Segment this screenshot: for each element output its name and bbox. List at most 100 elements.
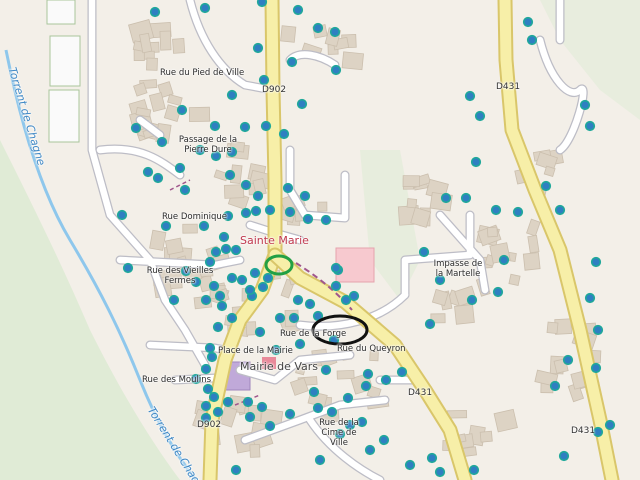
map-marker[interactable] <box>200 294 212 306</box>
map-marker[interactable] <box>257 281 269 293</box>
map-marker[interactable] <box>424 318 436 330</box>
map-marker[interactable] <box>208 391 220 403</box>
map-marker[interactable] <box>122 262 134 274</box>
map-marker[interactable] <box>320 214 332 226</box>
map-marker[interactable] <box>490 204 502 216</box>
map-marker[interactable] <box>326 406 338 418</box>
map-marker[interactable] <box>252 42 264 54</box>
map-marker[interactable] <box>329 26 341 38</box>
map-marker[interactable] <box>466 294 478 306</box>
map-marker[interactable] <box>179 184 191 196</box>
map-marker[interactable] <box>214 290 226 302</box>
map-marker[interactable] <box>554 204 566 216</box>
map-marker[interactable] <box>284 408 296 420</box>
map-marker[interactable] <box>216 300 228 312</box>
map-marker[interactable] <box>549 380 561 392</box>
map-marker[interactable] <box>512 206 524 218</box>
map-marker[interactable] <box>526 34 538 46</box>
map-marker[interactable] <box>226 89 238 101</box>
map-marker[interactable] <box>210 246 222 258</box>
map-marker[interactable] <box>174 162 186 174</box>
map-marker[interactable] <box>296 98 308 110</box>
map-marker[interactable] <box>426 452 438 464</box>
map-marker[interactable] <box>260 120 272 132</box>
map-marker[interactable] <box>330 64 342 76</box>
map-marker[interactable] <box>320 364 332 376</box>
map-marker[interactable] <box>330 262 342 274</box>
map-marker[interactable] <box>199 2 211 14</box>
map-marker[interactable] <box>498 254 510 266</box>
map-marker[interactable] <box>308 386 320 398</box>
map-marker[interactable] <box>202 383 214 395</box>
map-marker[interactable] <box>396 366 408 378</box>
map-marker[interactable] <box>584 120 596 132</box>
map-marker[interactable] <box>256 0 268 8</box>
map-marker[interactable] <box>302 213 314 225</box>
map-marker[interactable] <box>160 220 172 232</box>
map-marker[interactable] <box>239 121 251 133</box>
map-marker[interactable] <box>592 324 604 336</box>
map-marker[interactable] <box>244 284 256 296</box>
map-marker[interactable] <box>240 179 252 191</box>
map-marker[interactable] <box>206 351 218 363</box>
map-view[interactable]: Rue du Pied de Ville Passage de la Pierr… <box>0 0 640 480</box>
map-marker[interactable] <box>440 192 452 204</box>
map-marker[interactable] <box>284 206 296 218</box>
map-marker[interactable] <box>209 120 221 132</box>
map-marker[interactable] <box>278 128 290 140</box>
map-marker[interactable] <box>222 396 234 408</box>
map-marker[interactable] <box>242 396 254 408</box>
map-marker[interactable] <box>540 180 552 192</box>
map-marker[interactable] <box>434 466 446 478</box>
map-marker[interactable] <box>380 374 392 386</box>
map-marker[interactable] <box>264 204 276 216</box>
map-marker[interactable] <box>304 298 316 310</box>
map-marker[interactable] <box>584 292 596 304</box>
map-marker[interactable] <box>474 110 486 122</box>
map-marker[interactable] <box>590 362 602 374</box>
map-marker[interactable] <box>460 192 472 204</box>
map-marker[interactable] <box>292 4 304 16</box>
map-marker[interactable] <box>274 312 286 324</box>
map-marker[interactable] <box>240 207 252 219</box>
map-marker[interactable] <box>262 272 274 284</box>
map-marker[interactable] <box>218 231 230 243</box>
map-marker[interactable] <box>256 401 268 413</box>
map-marker[interactable] <box>226 272 238 284</box>
map-marker[interactable] <box>348 290 360 302</box>
map-marker[interactable] <box>360 380 372 392</box>
map-marker[interactable] <box>288 312 300 324</box>
map-marker[interactable] <box>590 256 602 268</box>
map-marker[interactable] <box>264 420 276 432</box>
map-marker[interactable] <box>230 244 242 256</box>
map-marker[interactable] <box>364 444 376 456</box>
map-marker[interactable] <box>468 464 480 476</box>
map-marker[interactable] <box>204 256 216 268</box>
map-marker[interactable] <box>116 209 128 221</box>
map-marker[interactable] <box>230 464 242 476</box>
map-marker[interactable] <box>200 363 212 375</box>
map-marker[interactable] <box>464 90 476 102</box>
map-marker[interactable] <box>224 169 236 181</box>
map-marker[interactable] <box>314 454 326 466</box>
map-marker[interactable] <box>142 166 154 178</box>
map-marker[interactable] <box>254 326 266 338</box>
map-marker[interactable] <box>470 156 482 168</box>
map-marker[interactable] <box>204 342 216 354</box>
map-marker[interactable] <box>252 190 264 202</box>
map-marker[interactable] <box>198 220 210 232</box>
map-marker[interactable] <box>522 16 534 28</box>
map-marker[interactable] <box>362 368 374 380</box>
map-marker[interactable] <box>212 406 224 418</box>
map-marker[interactable] <box>212 321 224 333</box>
map-marker[interactable] <box>226 312 238 324</box>
map-marker[interactable] <box>149 6 161 18</box>
map-marker[interactable] <box>220 243 232 255</box>
map-marker[interactable] <box>558 450 570 462</box>
map-marker[interactable] <box>282 182 294 194</box>
map-marker[interactable] <box>292 294 304 306</box>
map-marker[interactable] <box>200 400 212 412</box>
map-marker[interactable] <box>312 402 324 414</box>
map-marker[interactable] <box>604 419 616 431</box>
map-marker[interactable] <box>312 22 324 34</box>
